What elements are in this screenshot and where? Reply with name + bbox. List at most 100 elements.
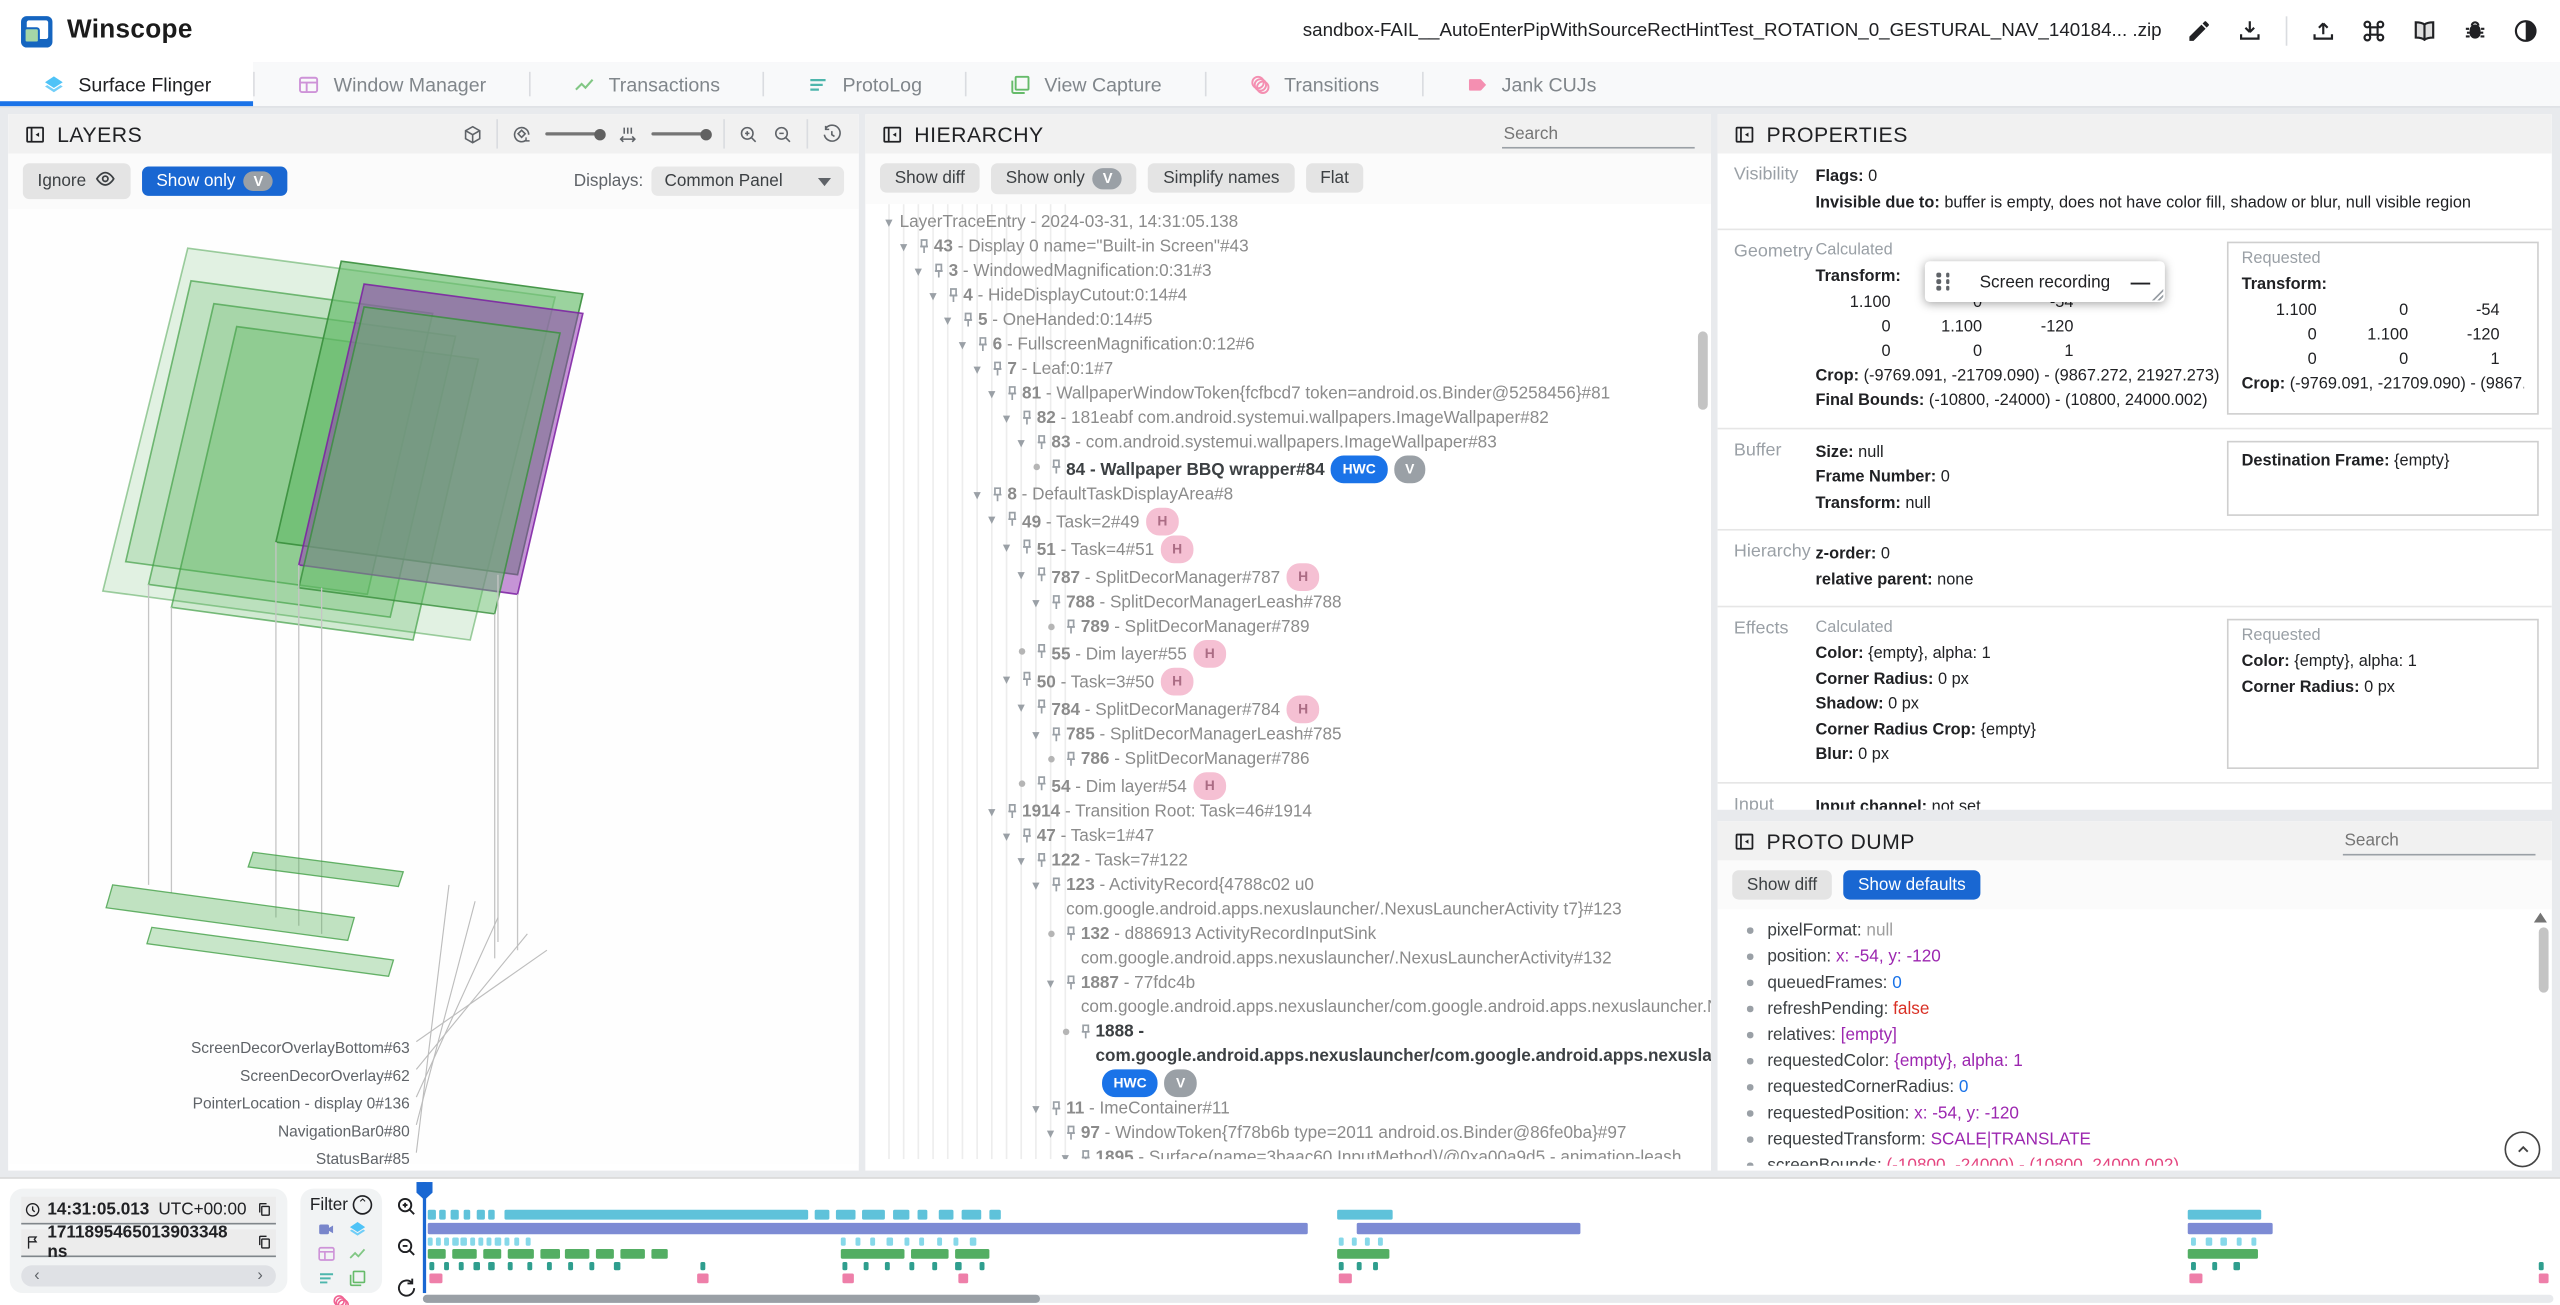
- proto-filter-show-defaults[interactable]: Show defaults: [1843, 870, 1981, 900]
- tree-node-6[interactable]: ▾ 6 - FullscreenMagnification:0:12#6: [865, 333, 1711, 357]
- pin-icon[interactable]: [958, 308, 978, 328]
- protolog-track-segment[interactable]: [567, 1262, 574, 1271]
- timeline-reset-zoom-icon[interactable]: [392, 1273, 421, 1302]
- timeline-zoom-in-icon[interactable]: [392, 1192, 421, 1221]
- window-manager-track-segment[interactable]: [478, 1237, 484, 1246]
- pin-icon[interactable]: [1061, 1121, 1081, 1141]
- spacing-icon[interactable]: [617, 123, 638, 144]
- expand-toggle-icon[interactable]: ▾: [1025, 723, 1046, 747]
- copy-icon[interactable]: [256, 1234, 272, 1250]
- layers-icon[interactable]: [347, 1220, 367, 1240]
- window-manager-track-segment[interactable]: [870, 1237, 876, 1246]
- tree-node-786[interactable]: 786 - SplitDecorManager#786: [865, 747, 1711, 771]
- collapse-panel-icon[interactable]: [1734, 830, 1755, 851]
- window-icon[interactable]: [316, 1244, 336, 1264]
- protolog-track-segment[interactable]: [488, 1262, 495, 1271]
- proto-entry-requestedCornerRadius[interactable]: requestedCornerRadius: 0: [1746, 1074, 2552, 1100]
- rotate-view-icon[interactable]: [511, 123, 532, 144]
- tree-node-81[interactable]: ▾ 81 - WallpaperWindowToken{fcfbcd7 token…: [865, 382, 1711, 406]
- expand-toggle-icon[interactable]: ▾: [996, 535, 1017, 559]
- collapse-panel-icon[interactable]: [882, 123, 903, 144]
- drag-handle-icon[interactable]: [1936, 273, 1959, 291]
- surface-flinger-track-segment[interactable]: [2186, 1222, 2273, 1235]
- expand-toggle-icon[interactable]: ▾: [1011, 431, 1032, 455]
- tree-node-7[interactable]: ▾ 7 - Leaf:0:1#7: [865, 357, 1711, 381]
- window-manager-track-segment[interactable]: [936, 1237, 942, 1246]
- tree-node-54[interactable]: 54 - Dim layer#54 H: [865, 771, 1711, 800]
- pin-icon[interactable]: [1047, 455, 1067, 475]
- tree-node-50[interactable]: ▾ 50 - Task=3#50 H: [865, 667, 1711, 696]
- tree-node-root[interactable]: ▾ LayerTraceEntry - 2024-03-31, 14:31:05.…: [865, 210, 1711, 234]
- collapse-panel-icon[interactable]: [1734, 123, 1755, 144]
- tree-node-1888[interactable]: 1888 - com.google.android.apps.nexuslaun…: [865, 1020, 1711, 1097]
- list-icon[interactable]: [316, 1269, 336, 1289]
- protolog-track-segment[interactable]: [527, 1262, 533, 1271]
- protolog-track-segment[interactable]: [2538, 1262, 2544, 1271]
- protolog-track-segment[interactable]: [978, 1262, 985, 1271]
- upload-icon[interactable]: [2309, 16, 2338, 45]
- tree-node-788[interactable]: ▾ 788 - SplitDecorManagerLeash#788: [865, 591, 1711, 615]
- timeline-scrollbar-thumb[interactable]: [422, 1294, 1041, 1303]
- transactions-track-segment[interactable]: [2186, 1248, 2258, 1259]
- protolog-track-segment[interactable]: [2233, 1262, 2240, 1271]
- tree-node-785[interactable]: ▾ 785 - SplitDecorManagerLeash#785: [865, 723, 1711, 747]
- zoom-out-icon[interactable]: [772, 123, 793, 144]
- tab-transitions[interactable]: Transitions: [1206, 62, 1422, 106]
- pin-icon[interactable]: [1032, 563, 1052, 583]
- spacing-slider[interactable]: [651, 128, 712, 140]
- hierarchy-filter-show-only[interactable]: Show only V: [991, 163, 1138, 194]
- window-manager-track-segment[interactable]: [887, 1237, 893, 1246]
- window-manager-track-segment[interactable]: [525, 1237, 531, 1246]
- transitions-track-segment[interactable]: [957, 1273, 969, 1284]
- transitions-track-segment[interactable]: [2189, 1273, 2202, 1284]
- pin-icon[interactable]: [1061, 922, 1081, 942]
- pin-icon[interactable]: [1032, 431, 1052, 451]
- window-manager-track-segment[interactable]: [435, 1237, 441, 1246]
- pin-icon[interactable]: [1032, 640, 1052, 660]
- transactions-track-segment[interactable]: [427, 1248, 447, 1259]
- pin-icon[interactable]: [1061, 615, 1081, 635]
- expand-toggle-icon[interactable]: ▾: [937, 308, 958, 332]
- tree-node-1914[interactable]: ▾ 1914 - Transition Root: Task=46#1914: [865, 800, 1711, 824]
- screen-recording-track-segment[interactable]: [2186, 1209, 2262, 1220]
- layer-label[interactable]: PointerLocation - display 0#136: [193, 1096, 410, 1113]
- screen-recording-track-segment[interactable]: [917, 1209, 928, 1220]
- window-manager-track-segment[interactable]: [469, 1237, 476, 1246]
- protolog-track-segment[interactable]: [429, 1262, 435, 1271]
- window-manager-track-segment[interactable]: [1339, 1237, 1345, 1246]
- window-manager-track-segment[interactable]: [904, 1237, 910, 1246]
- expand-toggle-icon[interactable]: ▾: [981, 382, 1002, 406]
- pin-icon[interactable]: [988, 483, 1008, 503]
- window-manager-track-segment[interactable]: [953, 1237, 959, 1246]
- pin-icon[interactable]: [1002, 507, 1022, 527]
- contrast-icon[interactable]: [2511, 16, 2540, 45]
- tree-node-82[interactable]: ▾ 82 - 181eabf com.android.systemui.wallp…: [865, 406, 1711, 430]
- expand-toggle-icon[interactable]: ▾: [996, 667, 1017, 691]
- tree-node-49[interactable]: ▾ 49 - Task=2#49 H: [865, 507, 1711, 536]
- proto-entry-refreshPending[interactable]: refreshPending: false: [1746, 996, 2552, 1022]
- squares-icon[interactable]: [347, 1269, 367, 1289]
- protolog-track-segment[interactable]: [863, 1262, 870, 1271]
- protolog-track-segment[interactable]: [546, 1262, 552, 1271]
- window-manager-track-segment[interactable]: [495, 1237, 501, 1246]
- surface-flinger-track-segment[interactable]: [427, 1222, 1308, 1235]
- collapse-panel-icon[interactable]: [24, 123, 45, 144]
- pin-icon[interactable]: [1017, 535, 1037, 555]
- hierarchy-filter-simplify-names[interactable]: Simplify names: [1148, 163, 1295, 194]
- tab-surface-flinger[interactable]: Surface Flinger: [0, 62, 255, 107]
- hierarchy-search-input[interactable]: [1502, 119, 1695, 148]
- layer-label[interactable]: ScreenDecorOverlay#62: [240, 1068, 410, 1085]
- expand-toggle-icon[interactable]: ▾: [996, 824, 1017, 848]
- tree-node-47[interactable]: ▾ 47 - Task=1#47: [865, 824, 1711, 848]
- ns-time-row[interactable]: 1711895465013903348 ns: [21, 1223, 276, 1262]
- pin-icon[interactable]: [1017, 667, 1037, 687]
- window-manager-track-segment[interactable]: [452, 1237, 458, 1246]
- screen-recording-track-segment[interactable]: [836, 1209, 856, 1220]
- screen-recording-track-segment[interactable]: [450, 1209, 460, 1220]
- expand-toggle-icon[interactable]: ▾: [1011, 563, 1032, 587]
- pin-icon[interactable]: [1032, 695, 1052, 715]
- pin-icon[interactable]: [944, 284, 964, 304]
- window-manager-track-segment[interactable]: [1364, 1237, 1370, 1246]
- proto-entry-requestedTransform[interactable]: requestedTransform: SCALE|TRANSLATE: [1746, 1127, 2552, 1153]
- window-manager-track-segment[interactable]: [486, 1237, 493, 1246]
